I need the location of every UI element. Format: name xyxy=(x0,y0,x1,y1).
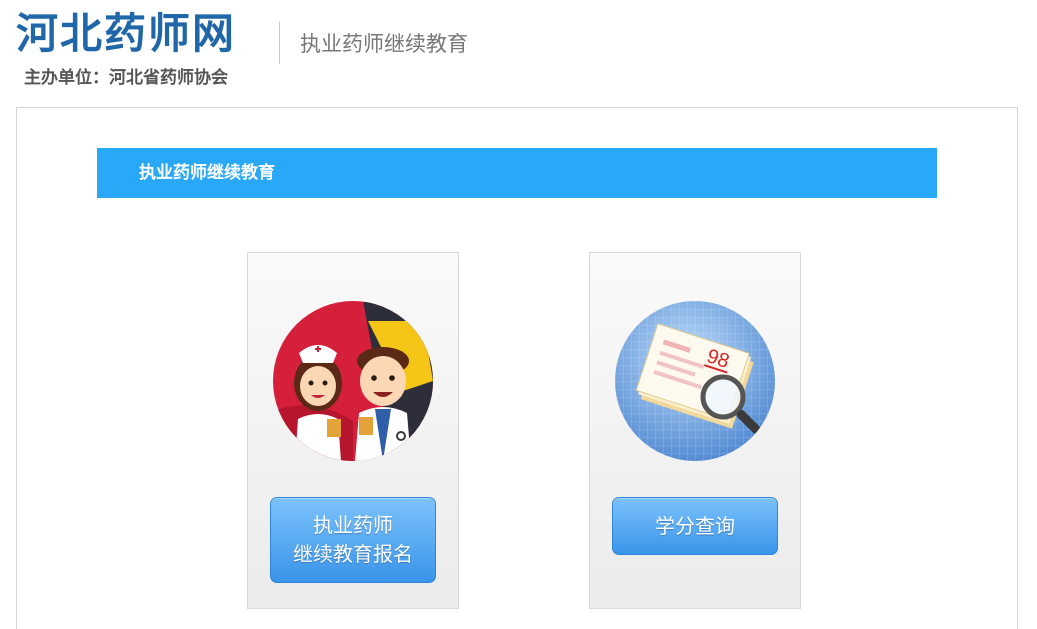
site-logo-title[interactable]: 河北药师网 xyxy=(16,8,236,60)
registration-card: 执业药师 继续教育报名 xyxy=(247,252,459,609)
score-report-magnifier-icon[interactable]: 98 xyxy=(615,301,775,461)
credit-query-button-label: 学分查询 xyxy=(655,514,735,538)
section-title: 执业药师继续教育 xyxy=(139,163,275,183)
organizer-label: 主办单位：河北省药师协会 xyxy=(24,68,228,88)
registration-button-line-1: 执业药师 xyxy=(313,513,393,537)
header-divider xyxy=(279,22,280,64)
registration-button-line-2: 继续教育报名 xyxy=(293,542,413,566)
main-panel: 执业药师继续教育 执业药师 继续教育报名 98 学分查询 xyxy=(16,107,1018,629)
credit-query-card: 98 学分查询 xyxy=(589,252,801,609)
header-tagline: 执业药师继续教育 xyxy=(300,32,468,56)
credit-query-button[interactable]: 学分查询 xyxy=(612,497,778,555)
nurse-and-doctor-icon[interactable] xyxy=(273,301,433,461)
section-title-bar: 执业药师继续教育 xyxy=(97,148,937,198)
registration-button[interactable]: 执业药师 继续教育报名 xyxy=(270,497,436,583)
site-header: 河北药师网 主办单位：河北省药师协会 执业药师继续教育 xyxy=(0,0,1037,100)
